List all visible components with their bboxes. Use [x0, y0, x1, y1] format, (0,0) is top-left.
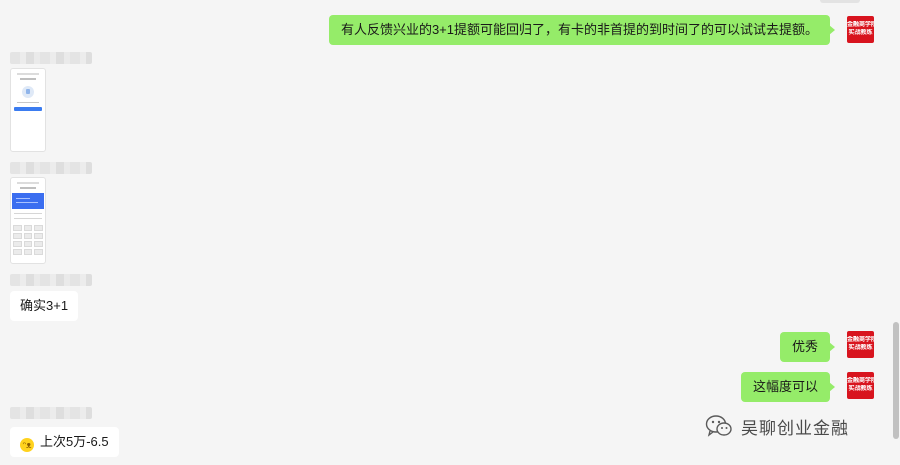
chat-message-area[interactable]: 有人反馈兴业的3+1提额可能回归了，有卡的非首提的到时间了的可以试试去提额。 金… [0, 0, 892, 465]
thumbnail-status-bar [17, 182, 39, 184]
incoming-message-bubble[interactable]: ᵔᴥ 上次5万-6.5 [10, 427, 119, 457]
self-avatar[interactable]: 金融商学院 实战教练 [847, 372, 874, 399]
sender-name-blurred [10, 162, 92, 174]
thumbnail-button [14, 107, 42, 111]
vertical-scrollbar[interactable] [893, 322, 899, 439]
watermark-text: 吴聊创业金融 [741, 418, 849, 438]
sender-name-blurred [10, 52, 92, 64]
self-avatar[interactable]: 金融商学院 实战教练 [847, 16, 874, 43]
image-message-thumbnail[interactable] [10, 177, 46, 264]
thumbnail-text-line [14, 213, 42, 214]
thumbnail-status-bar [17, 73, 39, 75]
message-text: 这幅度可以 [752, 379, 818, 394]
message-text: 上次5万-6.5 [40, 434, 109, 449]
avatar-text: 实战教练 [848, 386, 873, 392]
thumbnail-text-line [14, 218, 42, 219]
avatar-text: 金融商学院 [847, 337, 874, 343]
self-avatar[interactable]: 金融商学院 实战教练 [847, 331, 874, 358]
avatar-text: 实战教练 [848, 30, 873, 36]
thumbnail-title [20, 187, 36, 189]
avatar-text: 金融商学院 [847, 378, 874, 384]
laughing-emoji-icon: ᵔᴥ [20, 438, 34, 452]
image-message-thumbnail[interactable] [10, 68, 46, 152]
thumbnail-illustration [22, 86, 34, 98]
wechat-icon [705, 415, 732, 437]
outgoing-message-bubble[interactable]: 这幅度可以 [740, 372, 836, 402]
thumbnail-title [20, 78, 36, 80]
avatar-text: 金融商学院 [847, 22, 874, 28]
message-text: 优秀 [791, 339, 818, 354]
message-text: 有人反馈兴业的3+1提额可能回归了，有卡的非首提的到时间了的可以试试去提额。 [340, 22, 818, 37]
avatar-text: 实战教练 [848, 345, 873, 351]
sender-name-blurred [10, 274, 92, 286]
thumbnail-text-line [17, 102, 39, 103]
sender-name-blurred [10, 407, 92, 419]
message-text: 确实3+1 [20, 298, 69, 313]
previous-message-edge [820, 0, 860, 3]
watermark: 吴聊创业金融 [705, 412, 849, 440]
outgoing-message-bubble[interactable]: 有人反馈兴业的3+1提额可能回归了，有卡的非首提的到时间了的可以试试去提额。 [328, 15, 836, 45]
thumbnail-card-banner [12, 193, 44, 209]
outgoing-message-bubble[interactable]: 优秀 [779, 332, 836, 362]
incoming-message-bubble[interactable]: 确实3+1 [10, 291, 79, 321]
thumbnail-keypad [13, 225, 43, 255]
